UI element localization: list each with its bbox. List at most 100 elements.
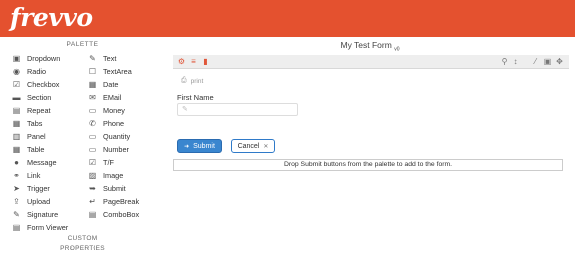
submit-icon: ➥: [89, 183, 96, 193]
palette-item-tabs[interactable]: ▦ Tabs: [12, 117, 43, 129]
resize-grip[interactable]: • • • • •: [70, 246, 96, 252]
search-icon[interactable]: ⚲: [500, 56, 509, 67]
trigger-icon: ➤: [13, 183, 20, 193]
palette-item-label: Text: [103, 53, 117, 63]
palette-item-label: Quantity: [103, 131, 131, 141]
palette-item-checkbox[interactable]: ☑ Checkbox: [12, 78, 60, 90]
palette-item-repeat[interactable]: ▤ Repeat: [12, 104, 51, 116]
palette-item-textarea[interactable]: ☐ TextArea: [88, 65, 132, 77]
submit-arrow-icon: ➜: [184, 143, 190, 150]
close-icon: ✕: [263, 143, 269, 150]
palette-item-radio[interactable]: ◉ Radio: [12, 65, 46, 77]
print-link[interactable]: ⎙ print: [181, 77, 203, 85]
palette-item-submit[interactable]: ➥ Submit: [88, 182, 126, 194]
palette-item-upload[interactable]: ⇪ Upload: [12, 195, 50, 207]
palette-item-money[interactable]: ▭ Money: [88, 104, 125, 116]
palette-item-label: Table: [27, 144, 45, 154]
custom-title-line-1: CUSTOM: [67, 235, 98, 242]
link-icon: ⚭: [13, 170, 20, 180]
palette-item-text[interactable]: ✎ Text: [88, 52, 116, 64]
number-icon: ▭: [88, 144, 97, 154]
first-name-label: First Name: [177, 93, 214, 102]
printer-icon: ⎙: [181, 77, 187, 84]
palette-item-label: Upload: [27, 196, 51, 206]
first-name-input[interactable]: ✎: [177, 103, 298, 116]
palette-item-number[interactable]: ▭ Number: [88, 143, 129, 155]
submit-drop-zone[interactable]: Drop Submit buttons from the palette to …: [173, 159, 563, 171]
pencil-icon: ✎: [182, 106, 188, 113]
wand-icon[interactable]: ⁄: [531, 56, 540, 67]
palette-item-link[interactable]: ⚭ Link: [12, 169, 40, 181]
combobox-icon: ▤: [88, 209, 97, 219]
image-icon: ▨: [88, 170, 97, 180]
palette-item-table[interactable]: ▦ Table: [12, 143, 45, 155]
palette-item-form-viewer[interactable]: ▤ Form Viewer: [12, 221, 69, 233]
dropdown-icon: ▣: [12, 53, 21, 63]
palette-item-label: Money: [103, 105, 125, 115]
palette-item-label: Signature: [27, 209, 59, 219]
form-viewer-icon: ▤: [12, 222, 21, 232]
email-icon: ✉: [89, 92, 96, 102]
palette-item-pagebreak[interactable]: ↵ PageBreak: [88, 195, 139, 207]
palette-item-label: Submit: [103, 183, 126, 193]
palette-item-phone[interactable]: ✆ Phone: [88, 117, 124, 129]
palette-item-label: Link: [27, 170, 41, 180]
palette-item-combobox[interactable]: ▤ ComboBox: [88, 208, 139, 220]
table-icon: ▦: [12, 144, 21, 154]
palette-item-label: Radio: [27, 66, 47, 76]
palette-item-label: Image: [103, 170, 124, 180]
palette-item-dropdown[interactable]: ▣ Dropdown: [12, 52, 61, 64]
palette-item-panel[interactable]: ▥ Panel: [12, 130, 46, 142]
document-icon[interactable]: ▮: [201, 56, 210, 67]
quantity-icon: ▭: [88, 131, 97, 141]
palette-item-label: PageBreak: [103, 196, 140, 206]
radio-icon: ◉: [13, 66, 20, 76]
palette-item-label: T/F: [103, 157, 114, 167]
palette-item-label: Message: [27, 157, 57, 167]
calendar-icon: ▦: [88, 79, 97, 89]
palette-item-message[interactable]: ● Message: [12, 156, 57, 168]
palette-item-quantity[interactable]: ▭ Quantity: [88, 130, 130, 142]
palette-item-true-false[interactable]: ☑ T/F: [88, 156, 114, 168]
palette-item-label: ComboBox: [103, 209, 140, 219]
palette-item-label: Form Viewer: [27, 222, 69, 232]
cancel-button[interactable]: Cancel ✕: [231, 139, 275, 153]
print-label: print: [190, 77, 204, 85]
palette-item-label: Date: [103, 79, 119, 89]
palette-item-label: EMail: [103, 92, 122, 102]
pin-icon[interactable]: ↕: [511, 56, 520, 67]
form-title-text: My Test Form: [340, 40, 392, 50]
textarea-icon: ☐: [88, 66, 97, 76]
palette-item-date[interactable]: ▦ Date: [88, 78, 119, 90]
panel-icon: ▥: [12, 131, 21, 141]
app-header: frevvo: [0, 0, 575, 37]
submit-button[interactable]: ➜ Submit: [177, 139, 222, 153]
repeat-icon: ▤: [12, 105, 21, 115]
palette-item-trigger[interactable]: ➤ Trigger: [12, 182, 50, 194]
frevvo-logo: frevvo: [10, 3, 93, 32]
upload-icon: ⇪: [13, 196, 20, 206]
form-version: v0: [394, 46, 400, 53]
form-title[interactable]: My Test Form v0: [165, 40, 575, 53]
palette-title: PALETTE: [66, 41, 99, 48]
palette-item-label: Phone: [103, 118, 125, 128]
list-icon[interactable]: ≡: [189, 56, 198, 67]
palette-item-label: Panel: [27, 131, 46, 141]
palette-item-label: Number: [103, 144, 129, 154]
palette-item-label: Repeat: [27, 105, 51, 115]
save-icon[interactable]: ▣: [543, 56, 552, 67]
cancel-label: Cancel: [237, 142, 260, 150]
submit-label: Submit: [193, 142, 215, 150]
palette-item-signature[interactable]: ✎ Signature: [12, 208, 58, 220]
pagebreak-icon: ↵: [89, 196, 96, 206]
palette-item-image[interactable]: ▨ Image: [88, 169, 124, 181]
tabs-icon: ▦: [12, 118, 21, 128]
palette-item-email[interactable]: ✉ EMail: [88, 91, 121, 103]
expand-icon[interactable]: ✥: [555, 56, 564, 67]
palette-item-label: TextArea: [103, 66, 132, 76]
form-toolbar: ⚙ ≡ ▮ ⚲ ↕ ⁄ ▣ ✥: [173, 55, 569, 69]
phone-icon: ✆: [89, 118, 96, 128]
palette-item-section[interactable]: ▬ Section: [12, 91, 52, 103]
palette-item-label: Trigger: [27, 183, 50, 193]
gear-icon[interactable]: ⚙: [177, 56, 186, 67]
